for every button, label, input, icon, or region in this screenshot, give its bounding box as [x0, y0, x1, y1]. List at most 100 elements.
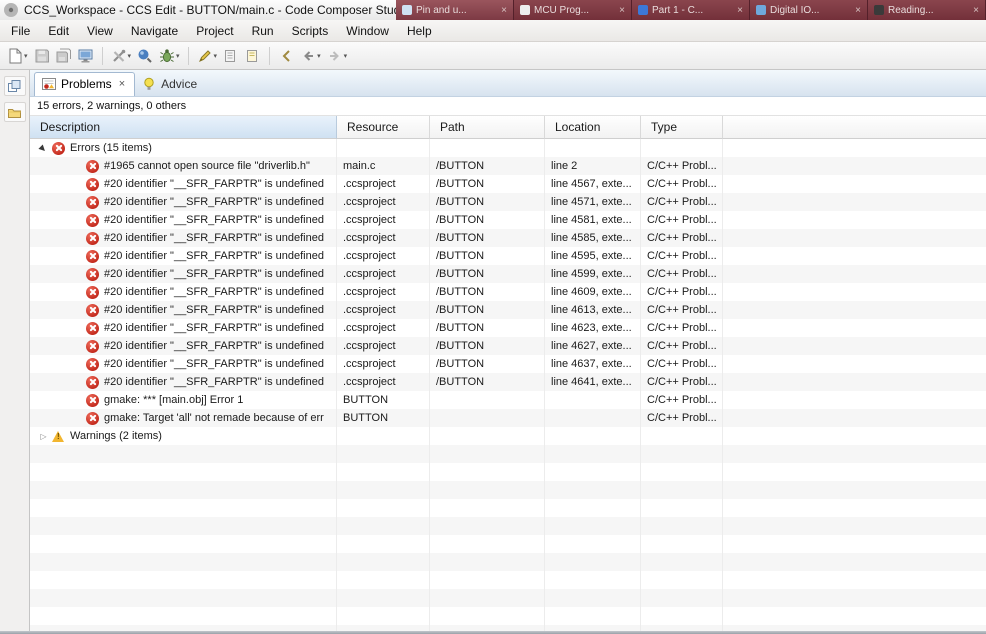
column-header-location[interactable]: Location — [545, 116, 641, 139]
expander-icon[interactable] — [38, 431, 49, 442]
table-row[interactable]: #20 identifier "__SFR_FARPTR" is undefin… — [30, 175, 986, 193]
restore-views-button[interactable] — [3, 76, 26, 96]
back-button[interactable]: ▾ — [298, 45, 323, 67]
window-title: CCS_Workspace - CCS Edit - BUTTON/main.c… — [24, 3, 410, 17]
folder-icon — [8, 108, 21, 118]
forward-button[interactable]: ▾ — [325, 45, 350, 67]
menu-view[interactable]: View — [78, 22, 122, 40]
table-row[interactable]: #20 identifier "__SFR_FARPTR" is undefin… — [30, 229, 986, 247]
annotate-button[interactable]: ▾ — [195, 45, 220, 67]
cell-location: line 2 — [545, 157, 641, 175]
cell-filler — [723, 229, 986, 247]
menu-edit[interactable]: Edit — [39, 22, 78, 40]
console-button[interactable] — [76, 45, 96, 67]
cell-location — [545, 391, 641, 409]
menu-file[interactable]: File — [2, 22, 39, 40]
severity-icon — [86, 375, 99, 389]
tab-advice[interactable]: Advice — [135, 73, 206, 96]
table-row[interactable]: #20 identifier "__SFR_FARPTR" is undefin… — [30, 247, 986, 265]
cell-resource: main.c — [337, 157, 430, 175]
cell-description: #20 identifier "__SFR_FARPTR" is undefin… — [30, 337, 337, 355]
cell-path: /BUTTON — [430, 283, 545, 301]
table-row[interactable]: #20 identifier "__SFR_FARPTR" is undefin… — [30, 355, 986, 373]
column-header-type[interactable]: Type — [641, 116, 723, 139]
mark-occurrences-button[interactable] — [243, 45, 263, 67]
debug-button[interactable]: ▾ — [157, 45, 182, 67]
table-row[interactable]: gmake: *** [main.obj] Error 1 BUTTON C/C… — [30, 391, 986, 409]
debug-icon — [160, 48, 175, 62]
tab-close-icon[interactable]: × — [973, 5, 979, 16]
cell-location: line 4623, exte... — [545, 319, 641, 337]
menu-scripts[interactable]: Scripts — [283, 22, 338, 40]
column-header-path[interactable]: Path — [430, 116, 545, 139]
table-row[interactable]: Errors (15 items) — [30, 139, 986, 157]
background-tab[interactable]: Pin and u... × — [396, 0, 514, 20]
cell-resource: .ccsproject — [337, 247, 430, 265]
new-file-button[interactable]: ▾ — [5, 45, 30, 67]
tab-close-icon[interactable]: × — [501, 5, 507, 16]
table-row[interactable]: #20 identifier "__SFR_FARPTR" is undefin… — [30, 193, 986, 211]
table-row[interactable]: #20 identifier "__SFR_FARPTR" is undefin… — [30, 337, 986, 355]
background-tab[interactable]: Part 1 - C... × — [632, 0, 750, 20]
menu-window[interactable]: Window — [337, 22, 398, 40]
cell-description: #20 identifier "__SFR_FARPTR" is undefin… — [30, 175, 337, 193]
tab-close-icon[interactable]: × — [619, 5, 625, 16]
cell-description-text: #20 identifier "__SFR_FARPTR" is undefin… — [104, 286, 324, 298]
column-header-filler — [723, 116, 986, 139]
cell-description: #20 identifier "__SFR_FARPTR" is undefin… — [30, 283, 337, 301]
tab-close-icon[interactable]: × — [855, 5, 861, 16]
table-row[interactable]: #20 identifier "__SFR_FARPTR" is undefin… — [30, 319, 986, 337]
table-row[interactable]: #20 identifier "__SFR_FARPTR" is undefin… — [30, 283, 986, 301]
menu-run[interactable]: Run — [243, 22, 283, 40]
open-resource-button[interactable] — [221, 45, 241, 67]
cell-filler — [723, 247, 986, 265]
last-edit-location-button[interactable] — [276, 45, 296, 67]
problems-table: Description Resource Path Location Type … — [30, 115, 986, 631]
cell-type: C/C++ Probl... — [641, 157, 723, 175]
column-header-description[interactable]: Description — [30, 116, 337, 139]
background-tab[interactable]: Digital IO... × — [750, 0, 868, 20]
build-button[interactable]: ▾ — [109, 45, 134, 67]
chevron-down-icon: ▾ — [213, 52, 218, 60]
table-row[interactable]: #20 identifier "__SFR_FARPTR" is undefin… — [30, 373, 986, 391]
cell-description-text: #20 identifier "__SFR_FARPTR" is undefin… — [104, 322, 324, 334]
tab-close-icon[interactable]: × — [119, 78, 125, 90]
cell-resource: .ccsproject — [337, 283, 430, 301]
table-row[interactable]: #20 identifier "__SFR_FARPTR" is undefin… — [30, 301, 986, 319]
background-tab[interactable]: MCU Prog... × — [514, 0, 632, 20]
expander-icon[interactable] — [38, 143, 49, 154]
cell-description: #20 identifier "__SFR_FARPTR" is undefin… — [30, 355, 337, 373]
background-tab[interactable]: Reading... × — [868, 0, 986, 20]
column-header-resource[interactable]: Resource — [337, 116, 430, 139]
table-row[interactable]: #20 identifier "__SFR_FARPTR" is undefin… — [30, 211, 986, 229]
cell-location: line 4637, exte... — [545, 355, 641, 373]
save-all-button[interactable] — [54, 45, 74, 67]
table-row[interactable]: #20 identifier "__SFR_FARPTR" is undefin… — [30, 265, 986, 283]
cell-resource: .ccsproject — [337, 355, 430, 373]
tab-problems[interactable]: Problems × — [34, 72, 136, 96]
cell-description-text: #20 identifier "__SFR_FARPTR" is undefin… — [104, 178, 324, 190]
save-button[interactable] — [32, 45, 52, 67]
menu-bar: File Edit View Navigate Project Run Scri… — [0, 20, 986, 42]
empty-row — [30, 499, 986, 517]
project-explorer-button[interactable] — [3, 102, 26, 122]
cell-location: line 4567, exte... — [545, 175, 641, 193]
cell-filler — [723, 193, 986, 211]
menu-project[interactable]: Project — [187, 22, 242, 40]
cell-filler — [723, 175, 986, 193]
menu-help[interactable]: Help — [398, 22, 441, 40]
empty-row — [30, 589, 986, 607]
table-row[interactable]: Warnings (2 items) — [30, 427, 986, 445]
cell-location — [545, 427, 641, 445]
severity-icon — [86, 195, 99, 209]
tab-problems-label: Problems — [61, 77, 112, 91]
table-row[interactable]: gmake: Target 'all' not remade because o… — [30, 409, 986, 427]
menu-navigate[interactable]: Navigate — [122, 22, 187, 40]
table-row[interactable]: #1965 cannot open source file "driverlib… — [30, 157, 986, 175]
search-button[interactable] — [135, 45, 155, 67]
tab-close-icon[interactable]: × — [737, 5, 743, 16]
cell-description-text: #20 identifier "__SFR_FARPTR" is undefin… — [104, 376, 324, 388]
cell-description-text: gmake: Target 'all' not remade because o… — [104, 412, 324, 424]
cell-location: line 4627, exte... — [545, 337, 641, 355]
app-icon — [3, 2, 19, 18]
